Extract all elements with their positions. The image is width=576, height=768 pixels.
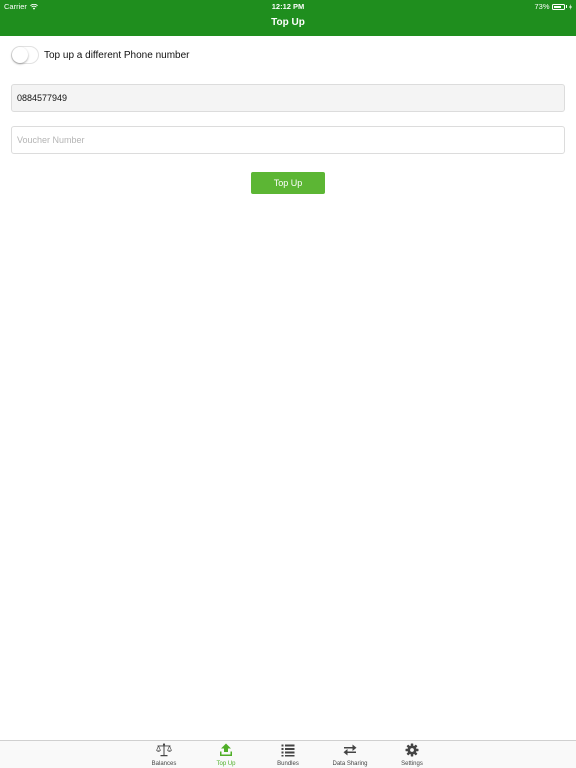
screen: Carrier 12:12 PM 73% Top Up Top up a dif… bbox=[0, 0, 576, 768]
tab-label: Settings bbox=[401, 761, 423, 767]
gear-icon bbox=[405, 743, 419, 757]
status-bar: Carrier 12:12 PM 73% bbox=[0, 0, 576, 12]
tab-label: Top Up bbox=[216, 761, 236, 767]
status-battery: 73% bbox=[534, 2, 572, 11]
voucher-number-input[interactable] bbox=[11, 126, 565, 154]
different-number-toggle[interactable] bbox=[11, 46, 39, 64]
transfer-arrows-icon bbox=[343, 744, 357, 756]
header-bar: Carrier 12:12 PM 73% Top Up bbox=[0, 0, 576, 36]
charging-bolt-icon bbox=[569, 3, 572, 10]
toggle-knob bbox=[12, 47, 28, 63]
battery-cap bbox=[565, 5, 567, 8]
tab-label: Data Sharing bbox=[332, 761, 368, 767]
different-number-label: Top up a different Phone number bbox=[44, 49, 190, 61]
page-title: Top Up bbox=[271, 17, 305, 28]
scale-icon bbox=[156, 743, 172, 757]
tab-label: Bundles bbox=[277, 761, 299, 767]
tab-bar: Balances Top Up Bundles Data Sharing Set… bbox=[0, 740, 576, 768]
different-number-row: Top up a different Phone number bbox=[11, 46, 189, 64]
phone-number-field[interactable] bbox=[11, 84, 565, 112]
battery-percent: 73% bbox=[534, 2, 550, 11]
top-up-button[interactable]: Top Up bbox=[251, 172, 325, 194]
tab-settings[interactable]: Settings bbox=[382, 743, 442, 768]
tab-balances[interactable]: Balances bbox=[134, 743, 194, 768]
tab-top-up[interactable]: Top Up bbox=[196, 743, 256, 768]
status-time: 12:12 PM bbox=[271, 2, 305, 11]
tab-bundles[interactable]: Bundles bbox=[258, 743, 318, 768]
tab-label: Balances bbox=[151, 761, 177, 767]
tab-data-sharing[interactable]: Data Sharing bbox=[320, 743, 380, 768]
battery-fill bbox=[553, 5, 561, 8]
battery-icon bbox=[551, 3, 565, 10]
upload-icon bbox=[220, 743, 232, 756]
list-icon bbox=[281, 744, 295, 757]
